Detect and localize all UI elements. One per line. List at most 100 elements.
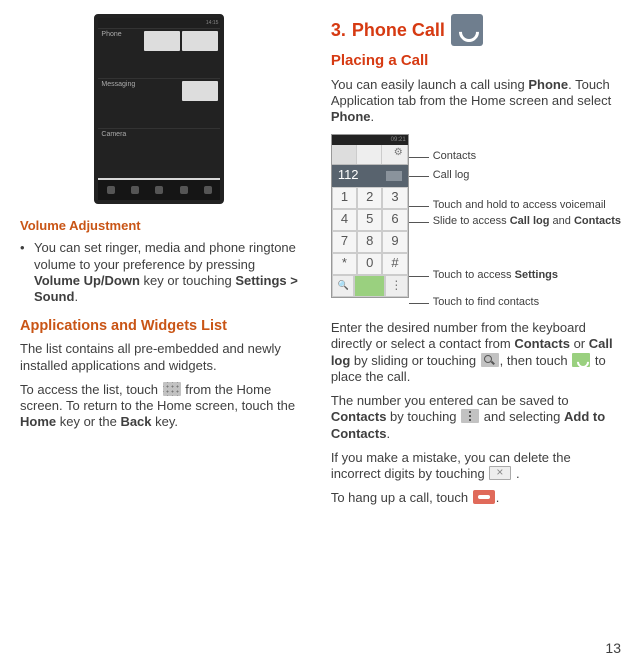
- dock-icon: [131, 186, 139, 194]
- text: .: [496, 490, 500, 505]
- bold: Phone: [528, 77, 568, 92]
- menu-icon: [461, 409, 479, 423]
- text: .: [371, 109, 375, 124]
- text: key or the: [56, 414, 120, 429]
- apps-widgets-heading: Applications and Widgets List: [20, 317, 299, 335]
- apps-grid-icon: [163, 382, 181, 396]
- placing-intro: You can easily launch a call using Phone…: [331, 77, 621, 126]
- hang-up-paragraph: To hang up a call, touch .: [331, 490, 621, 506]
- text: by sliding or touching: [350, 353, 479, 368]
- bold: Contacts: [331, 409, 387, 424]
- key-hash: #: [382, 253, 407, 275]
- dialer-statusbar: 09:21: [332, 135, 408, 145]
- bold: Contacts: [574, 215, 621, 227]
- key-5: 5: [357, 209, 382, 231]
- bold: Call log: [510, 215, 550, 227]
- bold: Volume Up/Down: [34, 273, 140, 288]
- callout-call-log: Call log: [415, 169, 621, 183]
- volume-adjustment-heading: Volume Adjustment: [20, 218, 299, 234]
- text: Touch to access: [433, 269, 515, 281]
- left-column: 14:15 Phone Messaging Camera Volume Adju…: [20, 14, 299, 655]
- key-8: 8: [357, 231, 382, 253]
- screenshot-row-label: Camera: [101, 131, 126, 138]
- widget-tile: [144, 31, 180, 51]
- dock-icon: [204, 186, 212, 194]
- apps-paragraph-1: The list contains all pre-embedded and n…: [20, 341, 299, 374]
- place-call-icon: [572, 353, 590, 367]
- text: by touching: [386, 409, 460, 424]
- bold: Back: [120, 414, 151, 429]
- screenshot-row-label: Phone: [101, 31, 121, 38]
- callout-settings: Touch to access Settings: [415, 269, 621, 283]
- text: Slide to access: [433, 215, 510, 227]
- backspace-icon: [386, 171, 402, 181]
- delete-icon: [489, 466, 511, 480]
- text: and selecting: [480, 409, 564, 424]
- placing-a-call-heading: Placing a Call: [331, 52, 621, 71]
- text: .: [512, 466, 519, 481]
- callout-slide: Slide to access Call log and Contacts: [415, 215, 621, 229]
- text: and: [549, 215, 573, 227]
- text: .: [386, 426, 390, 441]
- callout-voicemail: Touch and hold to access voicemail: [415, 199, 621, 213]
- key-star: *: [332, 253, 357, 275]
- key-1: 1: [332, 187, 357, 209]
- text: , then touch: [500, 353, 572, 368]
- key-4: 4: [332, 209, 357, 231]
- bold: Home: [20, 414, 56, 429]
- dialer-tab-keypad: [332, 145, 357, 164]
- dialer-screenshot: 09:21 112 1 2 3 4 5 6 7: [331, 134, 409, 298]
- volume-bullet-list: You can set ringer, media and phone ring…: [20, 240, 299, 305]
- dock-icon: [107, 186, 115, 194]
- screenshot-row-camera: Camera: [98, 128, 220, 178]
- text: You can easily launch a call using: [331, 77, 529, 92]
- dialer-display: 112: [332, 165, 408, 187]
- delete-digits-paragraph: If you make a mistake, you can delete th…: [331, 450, 621, 483]
- home-screenshot: 14:15 Phone Messaging Camera: [94, 14, 224, 204]
- text: To hang up a call, touch: [331, 490, 472, 505]
- save-to-contacts-paragraph: The number you entered can be saved to C…: [331, 393, 621, 442]
- text: If you make a mistake, you can delete th…: [331, 450, 571, 481]
- dialer-options-icon: [385, 275, 408, 297]
- dialer-diagram: 09:21 112 1 2 3 4 5 6 7: [331, 134, 621, 311]
- screenshot-row-phone: Phone: [98, 28, 220, 78]
- dialer-tabs: [332, 145, 408, 165]
- widget-tile: [182, 81, 218, 101]
- widget-tile: [182, 31, 218, 51]
- phone-call-icon: [451, 14, 483, 46]
- bold: Contacts: [514, 336, 570, 351]
- dialer-bottom-row: [332, 275, 408, 297]
- text: .: [74, 289, 78, 304]
- key-3: 3: [382, 187, 407, 209]
- apps-paragraph-2: To access the list, touch from the Home …: [20, 382, 299, 431]
- screenshot-row-messaging: Messaging: [98, 78, 220, 128]
- right-column: 3. Phone Call Placing a Call You can eas…: [331, 14, 621, 655]
- page-number: 13: [605, 640, 621, 658]
- chapter-title: Phone Call: [352, 19, 445, 42]
- text: key or touching: [140, 273, 235, 288]
- dialer-tab-log: [357, 145, 382, 164]
- key-7: 7: [332, 231, 357, 253]
- dock-icon: [180, 186, 188, 194]
- enter-number-paragraph: Enter the desired number from the keyboa…: [331, 320, 621, 385]
- hang-up-icon: [473, 490, 495, 504]
- dock-icon: [155, 186, 163, 194]
- bold: Settings: [515, 269, 558, 281]
- chapter-heading-row: 3. Phone Call: [331, 14, 621, 46]
- key-0: 0: [357, 253, 382, 275]
- callout-contacts: Contacts: [415, 150, 621, 164]
- key-9: 9: [382, 231, 407, 253]
- dialer-tab-contacts: [382, 145, 407, 164]
- screenshot-row-label: Messaging: [101, 81, 135, 88]
- dialer-call-button: [354, 275, 385, 297]
- chapter-number: 3.: [331, 19, 346, 42]
- callout-find-contacts: Touch to find contacts: [415, 296, 621, 310]
- dialer-number: 112: [338, 167, 359, 183]
- text: or: [570, 336, 589, 351]
- dialer-search-icon: [332, 275, 355, 297]
- screenshot-statusbar: 14:15: [98, 18, 220, 28]
- key-2: 2: [357, 187, 382, 209]
- key-6: 6: [382, 209, 407, 231]
- search-icon: [481, 353, 499, 367]
- dialer-callouts: Contacts Call log Touch and hold to acce…: [415, 134, 621, 311]
